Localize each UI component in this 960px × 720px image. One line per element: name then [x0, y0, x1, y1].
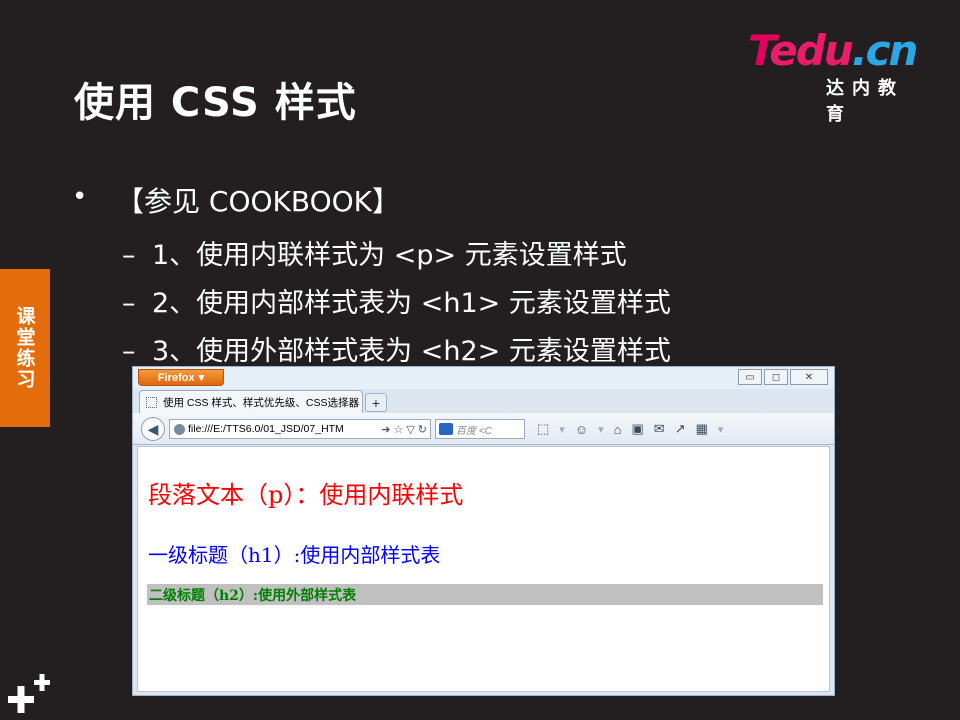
search-bar[interactable]: 百度 <C [435, 419, 525, 439]
addon-smiley-icon[interactable]: ☺ [575, 422, 588, 437]
minimize-button[interactable]: ▭ [738, 369, 762, 385]
tab-bar: 使用 CSS 样式、样式优先级、CSS选择器 + [133, 389, 834, 413]
restore-button[interactable]: ◻ [764, 369, 788, 385]
screenshot-icon[interactable]: ⬚ [537, 421, 549, 437]
go-icon[interactable]: ➜ [381, 423, 390, 436]
paragraph-inline-style: 段落文本（p）：使用内联样式 [148, 481, 464, 509]
page-viewport: 段落文本（p）：使用内联样式 一级标题（h1）:使用内部样式表 二级标题（h2）… [137, 446, 830, 692]
sub-item-2: –2、使用内部样式表为 <h1> 元素设置样式 [122, 288, 671, 319]
new-tab-button[interactable]: + [365, 393, 387, 412]
side-tab: 课堂练习 [0, 269, 50, 427]
back-arrow-icon: ◀ [147, 420, 159, 437]
heading-h2-external-style: 二级标题（h2）:使用外部样式表 [147, 584, 823, 605]
url-text: file:///E:/TTS6.0/01_JSD/07_HTM [188, 423, 344, 435]
bookmarks-icon[interactable]: ▣ [632, 421, 644, 437]
page-favicon-icon [146, 396, 157, 408]
logo-wordmark: Tedu.cn [748, 26, 918, 75]
reload-icon[interactable]: ↻ [418, 423, 427, 436]
tab-active[interactable]: 使用 CSS 样式、样式优先级、CSS选择器 [139, 390, 363, 413]
plus-decoration-icon [8, 674, 50, 713]
slide-title: 使用 CSS 样式 [74, 80, 357, 126]
heading-h1-internal-style: 一级标题（h1）:使用内部样式表 [148, 543, 441, 567]
share-icon[interactable]: ↗ [675, 421, 686, 437]
menu-dropdown-icon[interactable]: ▾ [718, 423, 724, 436]
firefox-menu-button[interactable]: Firefox ▾ [138, 369, 224, 386]
dash-icon: – [122, 288, 136, 319]
downloads-icon[interactable]: ✉ [654, 421, 665, 437]
title-bar: Firefox ▾ ▭ ◻ ✕ [133, 367, 834, 389]
history-dropdown-icon[interactable]: ▽ [406, 423, 414, 436]
side-tab-label: 课堂练习 [13, 306, 36, 390]
addons-icon[interactable]: ▦ [696, 421, 708, 437]
logo: Tedu.cn 达内教育 [748, 26, 928, 126]
browser-window: Firefox ▾ ▭ ◻ ✕ 使用 CSS 样式、样式优先级、CSS选择器 +… [132, 366, 835, 696]
dropdown-icon[interactable]: ▾ [598, 423, 604, 436]
tab-title: 使用 CSS 样式、样式优先级、CSS选择器 [163, 396, 360, 409]
bookmark-star-icon[interactable]: ☆ [393, 423, 403, 436]
url-bar[interactable]: file:///E:/TTS6.0/01_JSD/07_HTM ➜ ☆ ▽ ↻ [169, 419, 431, 439]
dash-icon: – [122, 336, 136, 367]
logo-subtitle: 达内教育 [826, 78, 904, 125]
search-placeholder: 百度 <C [456, 425, 492, 437]
sub-item-3: –3、使用外部样式表为 <h2> 元素设置样式 [122, 336, 671, 367]
page-info-icon[interactable] [174, 423, 185, 435]
close-button[interactable]: ✕ [790, 369, 828, 385]
back-button[interactable]: ◀ [141, 417, 165, 441]
bullet-text: 【参见 COOKBOOK】 [116, 185, 401, 218]
bullet-dot-icon: • [72, 182, 88, 212]
chevron-down-icon: ▾ [198, 372, 205, 384]
home-icon[interactable]: ⌂ [614, 422, 622, 437]
search-engine-icon[interactable] [439, 423, 453, 435]
window-controls: ▭ ◻ ✕ [738, 369, 828, 385]
toolbar-icons: ⬚ ▾ ☺ ▾ ⌂ ▣ ✉ ↗ ▦ ▾ [537, 421, 723, 437]
dropdown-icon[interactable]: ▾ [559, 423, 565, 436]
dash-icon: – [122, 240, 136, 271]
url-tools: ➜ ☆ ▽ ↻ [381, 423, 430, 436]
navigation-bar: ◀ file:///E:/TTS6.0/01_JSD/07_HTM ➜ ☆ ▽ … [133, 413, 834, 445]
sub-item-1: –1、使用内联样式为 <p> 元素设置样式 [122, 240, 627, 271]
